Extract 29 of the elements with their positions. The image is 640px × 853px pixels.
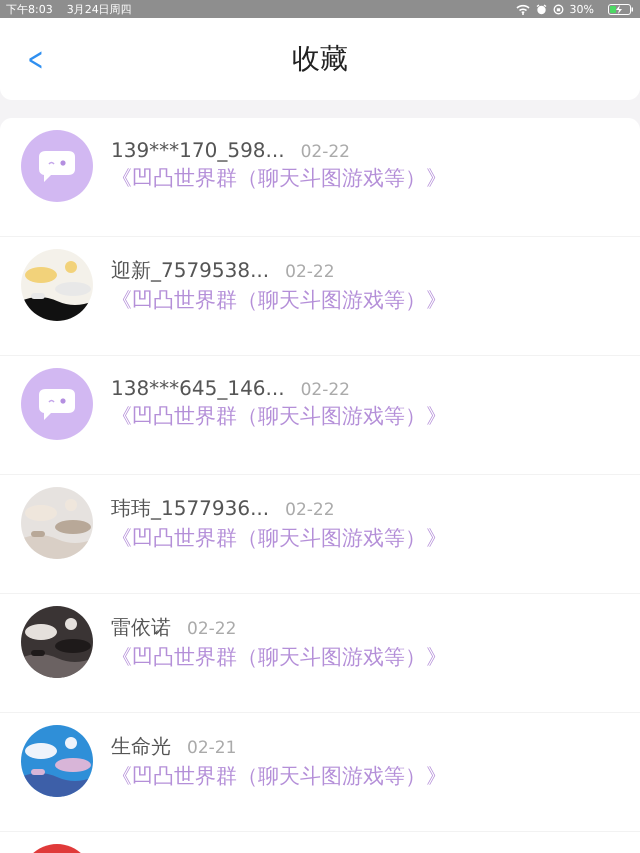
wifi-icon [516,4,530,14]
user-name: 139***170_598... [111,138,285,162]
group-name: 《凹凸世界群（聊天斗图游戏等）》 [111,644,447,671]
chat-bubble-avatar-icon [21,130,93,202]
battery-charging-icon [608,4,634,14]
page-title: 收藏 [292,41,348,77]
date-label: 02-22 [285,500,335,520]
alarm-clock-icon [536,4,547,14]
group-name: 《凹凸世界群（聊天斗图游戏等）》 [111,403,447,430]
date-label: 02-22 [300,380,350,400]
user-name: 迎新_7579538... [111,257,270,284]
date-label: 02-22 [187,619,236,639]
rotation-lock-icon [552,4,564,14]
date-label: 02-22 [300,142,350,162]
group-name: 《凹凸世界群（聊天斗图游戏等）》 [111,763,447,790]
date-label: 02-22 [285,262,335,282]
date-label: 02-21 [187,738,236,758]
back-button[interactable]: < [24,44,46,74]
group-name: 《凹凸世界群（聊天斗图游戏等）》 [111,525,447,552]
status-time: 下午8:03 [6,2,53,16]
status-date: 3月24日周四 [66,2,132,16]
user-name: 138***645_146... [111,376,285,400]
user-name: 雷依诺 [111,614,171,641]
chat-bubble-avatar-icon [21,368,93,440]
user-name: 生命光 [111,733,171,760]
user-name: 玮玮_1577936... [111,495,270,522]
group-name: 《凹凸世界群（聊天斗图游戏等）》 [111,287,447,314]
battery-percent: 30% [570,2,594,16]
group-name: 《凹凸世界群（聊天斗图游戏等）》 [111,165,447,192]
